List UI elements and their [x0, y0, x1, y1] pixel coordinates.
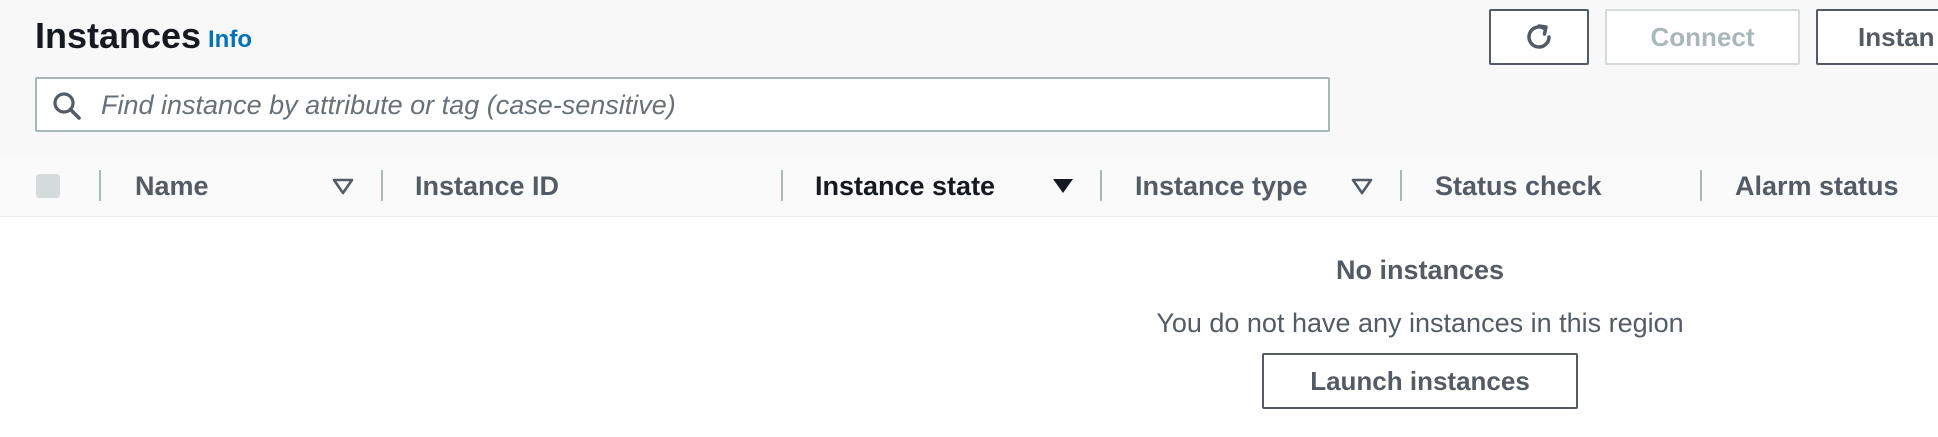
sort-descending-icon[interactable]: [1051, 177, 1075, 195]
column-header-instance-state[interactable]: Instance state: [815, 169, 995, 203]
refresh-icon: [1527, 24, 1551, 49]
sort-triangle-icon[interactable]: [1350, 177, 1374, 195]
column-divider[interactable]: [1100, 170, 1102, 201]
info-link[interactable]: Info: [208, 24, 252, 56]
column-header-alarm-status[interactable]: Alarm status: [1735, 169, 1899, 203]
column-divider[interactable]: [99, 170, 101, 201]
column-divider[interactable]: [781, 170, 783, 201]
column-header-status-check[interactable]: Status check: [1435, 169, 1602, 203]
launch-instances-button[interactable]: Launch instances: [1262, 353, 1578, 409]
search-icon: [53, 92, 81, 120]
table-header: Name Instance ID Instance state Instance…: [0, 155, 1938, 217]
column-divider[interactable]: [1700, 170, 1702, 201]
search-field[interactable]: [35, 77, 1330, 132]
column-divider[interactable]: [1400, 170, 1402, 201]
connect-button[interactable]: Connect: [1605, 9, 1800, 65]
column-header-name[interactable]: Name: [135, 169, 209, 203]
empty-state-title: No instances: [1335, 255, 1505, 285]
sort-triangle-icon[interactable]: [331, 177, 355, 195]
select-all-checkbox[interactable]: [36, 174, 60, 198]
column-divider[interactable]: [381, 170, 383, 201]
column-header-instance-id[interactable]: Instance ID: [415, 169, 559, 203]
page-title: Instances: [35, 15, 202, 56]
instance-state-button[interactable]: Instan: [1816, 9, 1938, 65]
column-header-instance-type[interactable]: Instance type: [1135, 169, 1308, 203]
empty-state-message: You do not have any instances in this re…: [1156, 308, 1684, 338]
search-input[interactable]: [99, 83, 1313, 128]
refresh-button[interactable]: [1489, 9, 1589, 65]
